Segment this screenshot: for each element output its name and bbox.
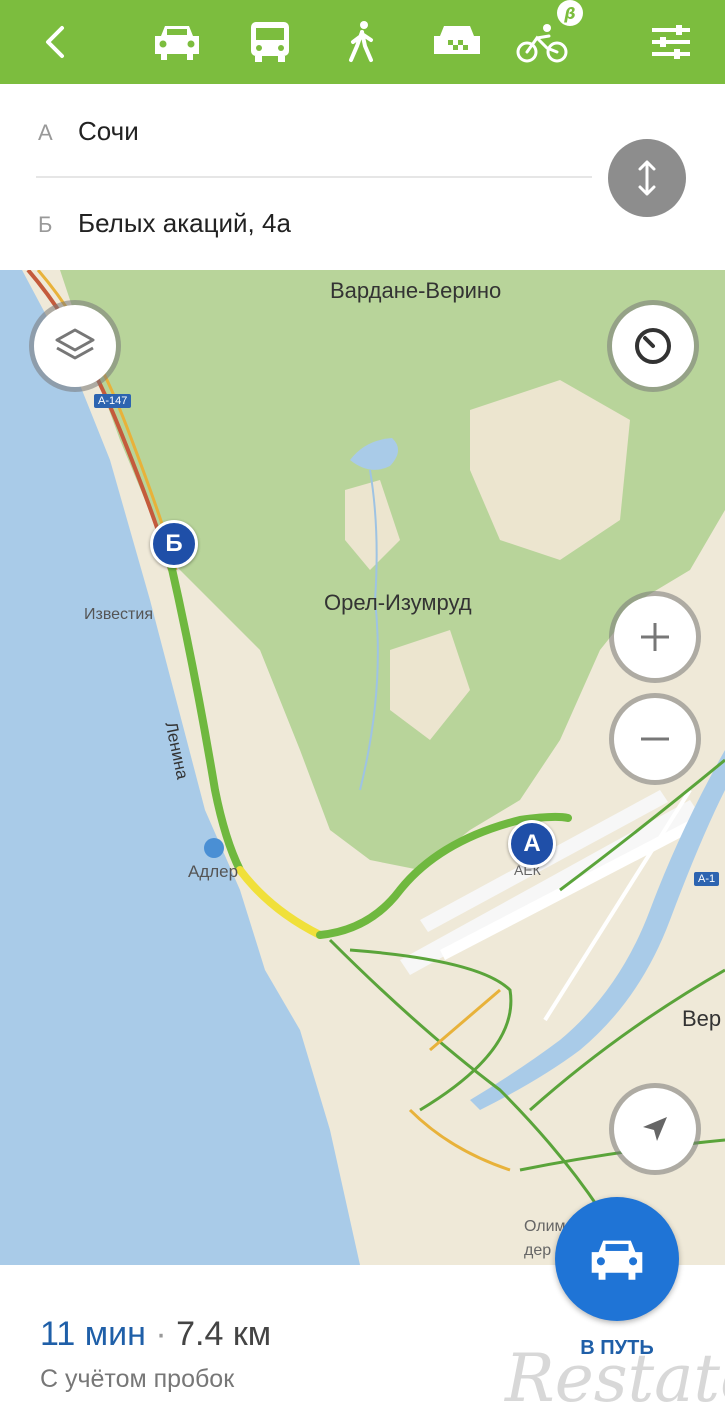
back-arrow-icon[interactable] — [30, 0, 80, 84]
car-icon — [591, 1240, 643, 1280]
to-letter: Б — [38, 212, 53, 237]
zoom-in-button[interactable] — [614, 596, 696, 678]
speedometer-icon — [635, 328, 671, 364]
plus-icon — [641, 623, 669, 651]
car-icon[interactable] — [148, 0, 206, 84]
traffic-button[interactable] — [612, 305, 694, 387]
from-letter: А — [38, 120, 53, 145]
transport-toolbar: β — [0, 0, 725, 84]
beta-badge: β — [557, 0, 583, 26]
bus-stop-icon — [204, 838, 224, 858]
route-divider — [36, 176, 592, 178]
go-button-label[interactable]: В ПУТЬ — [562, 1337, 672, 1360]
minus-icon — [641, 737, 669, 741]
travel-distance: 7.4 км — [176, 1315, 272, 1353]
taxi-icon[interactable] — [428, 0, 486, 84]
map-label-orel: Орел-Изумруд — [324, 590, 472, 615]
map-label-adler: Адлер — [188, 862, 239, 881]
from-field[interactable]: Сочи — [78, 116, 139, 147]
summary-separator: · — [145, 1315, 177, 1353]
my-location-button[interactable] — [614, 1088, 696, 1170]
map-label-izvestia: Известия — [84, 606, 153, 623]
zoom-out-button[interactable] — [614, 698, 696, 780]
marker-a[interactable]: А — [508, 820, 556, 868]
traffic-note: С учётом пробок — [40, 1365, 235, 1393]
eta-line: 11 мин · 7.4 км — [40, 1315, 271, 1354]
layers-button[interactable] — [34, 305, 116, 387]
map-label-der: дер — [524, 1242, 552, 1259]
marker-b[interactable]: Б — [150, 520, 198, 568]
walk-icon[interactable] — [342, 0, 382, 84]
go-button[interactable] — [555, 1197, 679, 1321]
navigation-arrow-icon — [643, 1117, 667, 1141]
road-shield: А-147 — [94, 394, 132, 408]
to-field[interactable]: Белых акаций, 4а — [78, 208, 291, 239]
swap-route-button[interactable] — [608, 139, 686, 217]
swap-arrows-icon — [638, 160, 656, 196]
map-view[interactable]: Вардане-Верино Орел-Изумруд Известия Лен… — [0, 270, 725, 1265]
road-shield: А-1 — [694, 872, 720, 886]
layers-icon — [55, 328, 95, 360]
settings-sliders-icon[interactable] — [648, 0, 694, 84]
map-label-ver: Вер — [682, 1006, 722, 1031]
map-label-vardane: Вардане-Верино — [330, 278, 502, 303]
route-panel: А Сочи Б Белых акаций, 4а — [0, 84, 725, 270]
bus-icon[interactable] — [244, 0, 296, 84]
travel-time: 11 мин — [40, 1315, 146, 1353]
